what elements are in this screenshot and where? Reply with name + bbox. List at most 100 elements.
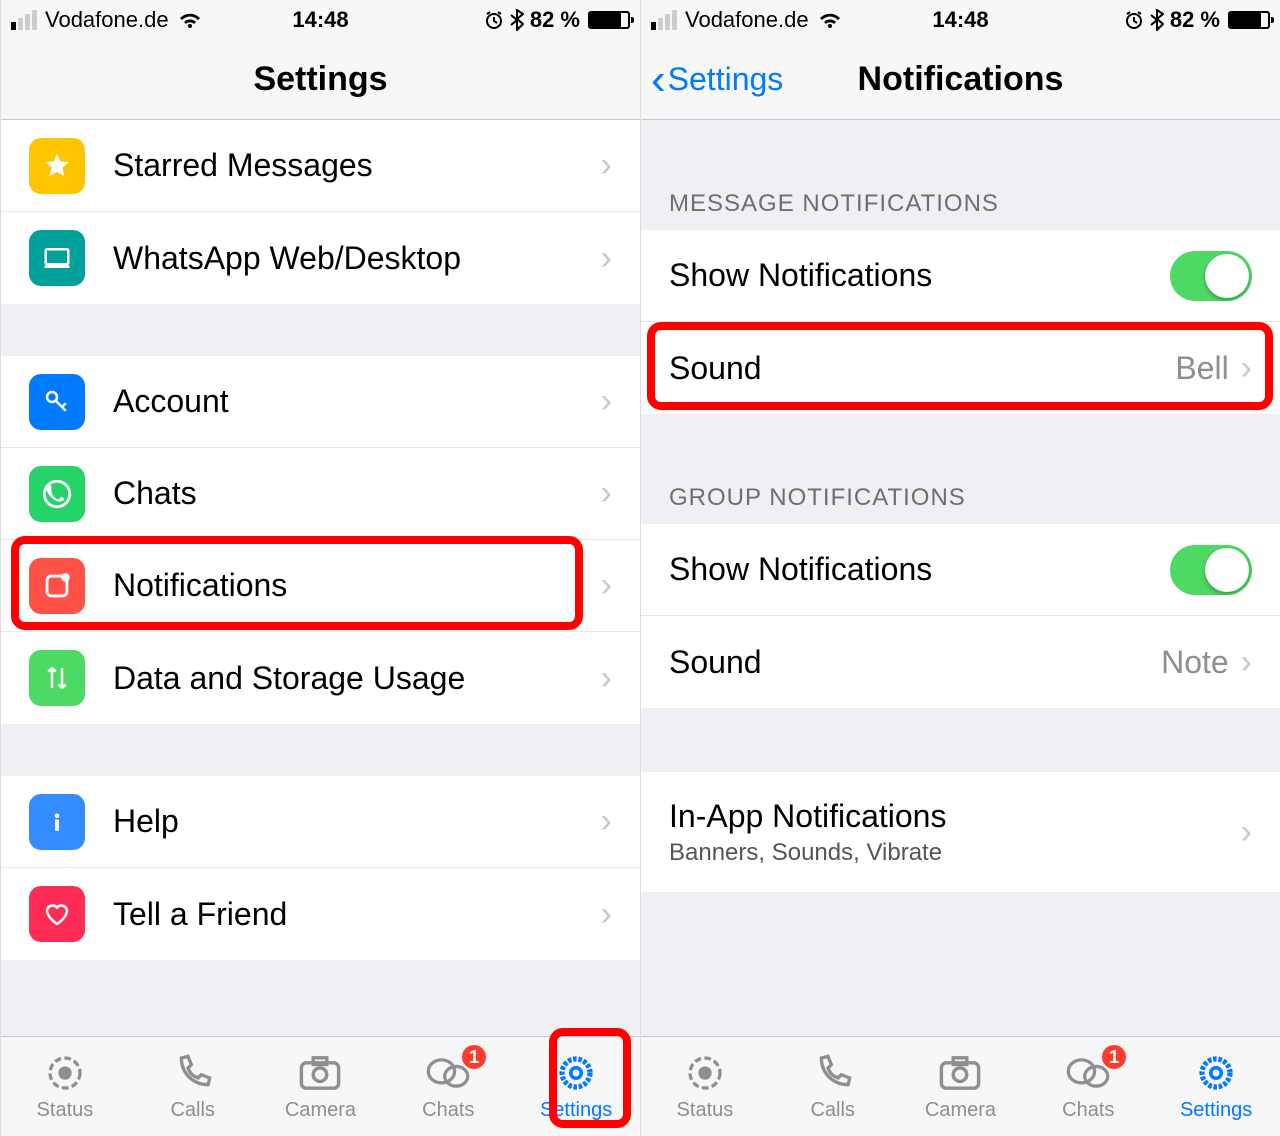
row-notifications[interactable]: Notifications › [1, 540, 640, 632]
carrier-label: Vodafone.de [45, 7, 169, 33]
chats-badge: 1 [462, 1045, 486, 1069]
row-label: Starred Messages [113, 147, 601, 184]
notifications-list: MESSAGE NOTIFICATIONS Show Notifications… [641, 120, 1280, 1036]
tab-label: Camera [925, 1099, 996, 1122]
nav-bar: Settings [1, 40, 640, 120]
row-in-app-notifications[interactable]: In-App Notifications Banners, Sounds, Vi… [641, 772, 1280, 892]
bluetooth-icon [510, 9, 524, 31]
row-account[interactable]: Account › [1, 356, 640, 448]
toggle-on[interactable] [1170, 251, 1252, 301]
tab-calls[interactable]: Calls [769, 1037, 897, 1136]
bluetooth-icon [1150, 9, 1164, 31]
chevron-right-icon: › [1241, 643, 1252, 682]
tab-status[interactable]: Status [641, 1037, 769, 1136]
row-label: Show Notifications [669, 257, 1170, 294]
tab-label: Camera [285, 1099, 356, 1122]
row-tell-friend[interactable]: Tell a Friend › [1, 868, 640, 960]
section-header-group: GROUP NOTIFICATIONS [641, 414, 1280, 524]
row-label: Account [113, 383, 601, 420]
row-value: Bell [1175, 350, 1228, 387]
tab-settings[interactable]: Settings [512, 1037, 640, 1136]
battery-icon [588, 11, 630, 29]
tab-bar: Status Calls Camera 1 Chats Settings [1, 1036, 640, 1136]
row-grp-sound[interactable]: Sound Note › [641, 616, 1280, 708]
chevron-right-icon: › [1241, 349, 1252, 388]
carrier-label: Vodafone.de [685, 7, 809, 33]
row-label: Tell a Friend [113, 896, 601, 933]
tab-settings[interactable]: Settings [1152, 1037, 1280, 1136]
row-chats[interactable]: Chats › [1, 448, 640, 540]
wifi-icon [817, 10, 843, 30]
row-data-storage[interactable]: Data and Storage Usage › [1, 632, 640, 724]
tab-label: Settings [1180, 1099, 1252, 1122]
tab-label: Settings [540, 1099, 612, 1122]
chevron-right-icon: › [601, 146, 612, 185]
gear-icon [555, 1051, 597, 1095]
tab-chats[interactable]: 1 Chats [1024, 1037, 1152, 1136]
row-msg-show-notifications[interactable]: Show Notifications [641, 230, 1280, 322]
tab-label: Status [677, 1099, 734, 1122]
status-icon [685, 1051, 725, 1095]
row-help[interactable]: Help › [1, 776, 640, 868]
status-time: 14:48 [292, 7, 348, 33]
phone-icon [813, 1051, 853, 1095]
whatsapp-icon [29, 466, 85, 522]
alarm-icon [484, 10, 504, 30]
status-bar: Vodafone.de 14:48 82 % [1, 0, 640, 40]
battery-icon [1228, 11, 1270, 29]
alarm-icon [1124, 10, 1144, 30]
chevron-right-icon: › [601, 474, 612, 513]
row-label: Notifications [113, 567, 601, 604]
status-time: 14:48 [932, 7, 988, 33]
tab-bar: Status Calls Camera 1 Chats Settings [641, 1036, 1280, 1136]
settings-list: Starred Messages › WhatsApp Web/Desktop … [1, 120, 640, 1036]
notification-icon [29, 558, 85, 614]
nav-title: Settings [253, 60, 387, 99]
gear-icon [1195, 1051, 1237, 1095]
arrows-icon [29, 650, 85, 706]
nav-title: Notifications [858, 60, 1064, 99]
row-label: Sound [669, 350, 1175, 387]
phone-icon [173, 1051, 213, 1095]
row-whatsapp-web[interactable]: WhatsApp Web/Desktop › [1, 212, 640, 304]
tab-status[interactable]: Status [1, 1037, 129, 1136]
camera-icon [298, 1051, 342, 1095]
status-bar: Vodafone.de 14:48 82 % [641, 0, 1280, 40]
chevron-right-icon: › [601, 382, 612, 421]
row-value: Note [1161, 644, 1229, 681]
row-grp-show-notifications[interactable]: Show Notifications [641, 524, 1280, 616]
tab-calls[interactable]: Calls [129, 1037, 257, 1136]
toggle-on[interactable] [1170, 545, 1252, 595]
nav-bar: ‹ Settings Notifications [641, 40, 1280, 120]
row-subtitle: Banners, Sounds, Vibrate [669, 839, 1241, 867]
info-icon [29, 794, 85, 850]
back-label: Settings [668, 61, 784, 98]
row-starred-messages[interactable]: Starred Messages › [1, 120, 640, 212]
camera-icon [938, 1051, 982, 1095]
back-button[interactable]: ‹ Settings [651, 58, 783, 102]
row-msg-sound[interactable]: Sound Bell › [641, 322, 1280, 414]
chevron-left-icon: ‹ [651, 58, 666, 102]
battery-pct: 82 % [530, 7, 580, 33]
status-icon [45, 1051, 85, 1095]
row-label: Chats [113, 475, 601, 512]
chevron-right-icon: › [601, 566, 612, 605]
chevron-right-icon: › [601, 659, 612, 698]
tab-camera[interactable]: Camera [897, 1037, 1025, 1136]
key-icon [29, 374, 85, 430]
desktop-icon [29, 230, 85, 286]
tab-camera[interactable]: Camera [257, 1037, 385, 1136]
battery-pct: 82 % [1170, 7, 1220, 33]
tab-chats[interactable]: 1 Chats [384, 1037, 512, 1136]
heart-icon [29, 886, 85, 942]
screen-notifications: Vodafone.de 14:48 82 % ‹ Settings Notifi… [640, 0, 1280, 1136]
row-label: Help [113, 803, 601, 840]
chevron-right-icon: › [601, 895, 612, 934]
signal-icon [651, 10, 677, 30]
row-label: Show Notifications [669, 551, 1170, 588]
tab-label: Calls [170, 1099, 214, 1122]
chevron-right-icon: › [601, 802, 612, 841]
row-label: Sound [669, 644, 1161, 681]
chevron-right-icon: › [601, 239, 612, 278]
row-label: Data and Storage Usage [113, 660, 601, 697]
